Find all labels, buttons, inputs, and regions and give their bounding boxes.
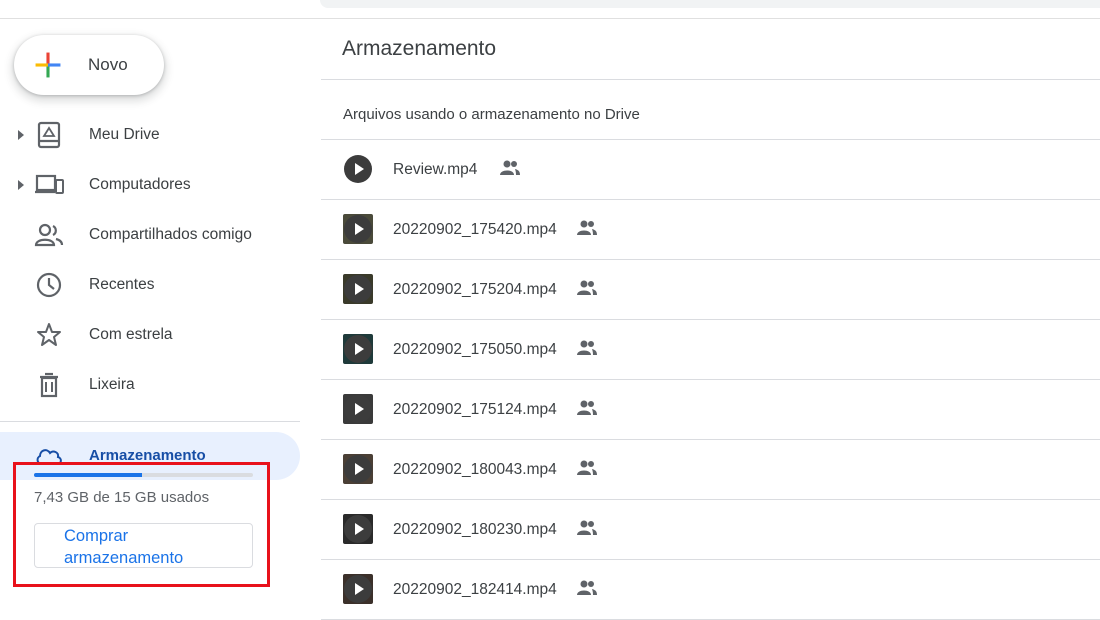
play-icon bbox=[343, 334, 373, 364]
main-content: Armazenamento Arquivos usando o armazena… bbox=[321, 19, 1100, 620]
play-icon bbox=[344, 155, 372, 183]
sidebar-item-recent[interactable]: Recentes bbox=[0, 265, 300, 305]
video-thumbnail bbox=[343, 274, 373, 304]
sidebar-item-label: Com estrela bbox=[89, 326, 173, 343]
file-row[interactable]: 20220902_182414.mp4 bbox=[321, 560, 1100, 620]
sidebar-divider bbox=[0, 421, 300, 422]
shared-icon bbox=[576, 219, 598, 237]
new-button[interactable]: Novo bbox=[14, 35, 164, 95]
drive-icon bbox=[37, 121, 61, 149]
file-name: Review.mp4 bbox=[393, 161, 478, 178]
file-name: 20220902_180043.mp4 bbox=[393, 461, 557, 478]
sidebar-item-label: Lixeira bbox=[89, 376, 135, 393]
file-row[interactable]: Review.mp4 bbox=[321, 140, 1100, 200]
file-name: 20220902_175050.mp4 bbox=[393, 341, 557, 358]
video-thumbnail bbox=[343, 514, 373, 544]
plus-icon bbox=[35, 52, 61, 78]
sidebar-item-shared[interactable]: Compartilhados comigo bbox=[0, 215, 300, 255]
sidebar-item-label: Meu Drive bbox=[89, 126, 160, 143]
video-thumbnail bbox=[343, 334, 373, 364]
play-icon bbox=[343, 214, 373, 244]
video-file-icon bbox=[343, 154, 373, 184]
star-icon bbox=[37, 323, 61, 346]
play-icon bbox=[343, 514, 373, 544]
file-name: 20220902_175124.mp4 bbox=[393, 401, 557, 418]
trash-icon bbox=[40, 372, 58, 398]
buy-storage-button[interactable]: Comprar armazenamento bbox=[34, 523, 253, 568]
expand-arrow-icon bbox=[18, 180, 24, 190]
sidebar-item-trash[interactable]: Lixeira bbox=[0, 365, 300, 405]
buy-storage-label: Comprar armazenamento bbox=[64, 527, 184, 567]
computers-icon bbox=[35, 174, 64, 194]
sidebar-item-label: Compartilhados comigo bbox=[89, 226, 252, 243]
play-icon bbox=[343, 274, 373, 304]
shared-icon bbox=[576, 399, 598, 417]
sidebar-item-starred[interactable]: Com estrela bbox=[0, 315, 300, 355]
shared-icon bbox=[576, 579, 598, 597]
page-title: Armazenamento bbox=[342, 37, 497, 60]
file-name: 20220902_175204.mp4 bbox=[393, 281, 557, 298]
video-thumbnail bbox=[343, 454, 373, 484]
storage-usage-text: 7,43 GB de 15 GB usados bbox=[34, 489, 210, 506]
video-thumbnail bbox=[343, 394, 373, 424]
file-row[interactable]: 20220902_175050.mp4 bbox=[321, 320, 1100, 380]
file-name: 20220902_175420.mp4 bbox=[393, 221, 557, 238]
shared-icon bbox=[576, 519, 598, 537]
play-icon bbox=[343, 574, 373, 604]
search-bar-edge bbox=[320, 0, 1100, 8]
play-icon bbox=[343, 394, 373, 424]
shared-icon bbox=[576, 279, 598, 297]
storage-progress-fill bbox=[34, 473, 143, 477]
shared-people-icon bbox=[34, 223, 64, 247]
file-row[interactable]: 20220902_175420.mp4 bbox=[321, 200, 1100, 260]
sidebar-item-label: Recentes bbox=[89, 276, 155, 293]
clock-icon bbox=[36, 272, 62, 298]
sidebar-item-my-drive[interactable]: Meu Drive bbox=[0, 115, 300, 155]
video-thumbnail bbox=[343, 574, 373, 604]
file-row[interactable]: 20220902_180230.mp4 bbox=[321, 500, 1100, 560]
sidebar-item-label: Computadores bbox=[89, 176, 191, 193]
sidebar-item-computers[interactable]: Computadores bbox=[0, 165, 300, 205]
shared-icon bbox=[499, 159, 521, 177]
section-header: Arquivos usando o armazenamento no Drive bbox=[343, 106, 640, 123]
video-thumbnail bbox=[343, 214, 373, 244]
file-name: 20220902_182414.mp4 bbox=[393, 581, 557, 598]
file-name: 20220902_180230.mp4 bbox=[393, 521, 557, 538]
expand-arrow-icon bbox=[18, 130, 24, 140]
storage-progress-bar bbox=[34, 473, 253, 477]
title-divider bbox=[321, 79, 1100, 80]
file-row[interactable]: 20220902_175204.mp4 bbox=[321, 260, 1100, 320]
file-row[interactable]: 20220902_175124.mp4 bbox=[321, 380, 1100, 440]
new-button-label: Novo bbox=[88, 55, 128, 74]
shared-icon bbox=[576, 339, 598, 357]
file-row[interactable]: 20220902_180043.mp4 bbox=[321, 440, 1100, 500]
shared-icon bbox=[576, 459, 598, 477]
play-icon bbox=[343, 454, 373, 484]
